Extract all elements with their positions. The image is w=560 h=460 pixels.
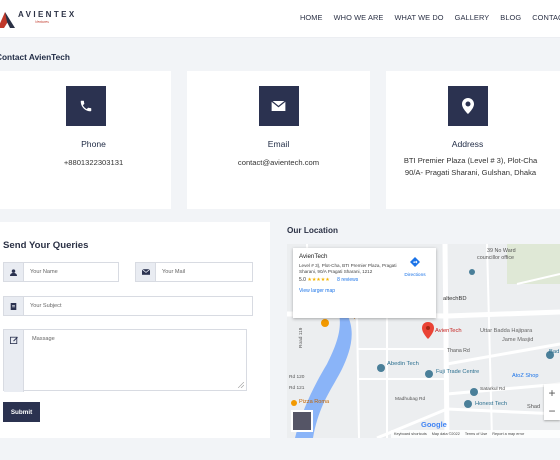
name-field[interactable]: Your Name <box>3 262 119 282</box>
query-form: Send Your Queries Your Name Your Mail Yo… <box>0 222 270 438</box>
submit-button[interactable]: Submit <box>3 402 40 422</box>
form-title: Send Your Queries <box>3 240 89 251</box>
email-icon-box <box>258 86 299 126</box>
logo[interactable] <box>0 6 18 32</box>
google-logo: Google <box>421 420 447 429</box>
directions-icon <box>410 257 420 267</box>
map-data-text: Map data ©2022 <box>431 432 460 436</box>
logo-mark-icon <box>0 12 15 28</box>
resize-handle-icon[interactable] <box>238 382 244 388</box>
map-label-39-no-ward: 39 No Ward <box>487 248 516 254</box>
contact-heading: Contact AvienTech <box>0 52 70 62</box>
google-map[interactable]: 39 No Ward councillor office altechBD IZ… <box>287 244 560 438</box>
envelope-icon <box>271 100 286 111</box>
pencil-icon <box>4 330 24 392</box>
report-error-link[interactable]: Report a map error <box>492 432 524 436</box>
map-label-rd-121: Rd 121 <box>289 386 305 391</box>
address-card: Address BTI Premier Plaza (Level # 3), P… <box>386 71 560 209</box>
site-header: AVIENTEX Ventures HOME WHO WE ARE WHAT W… <box>0 0 560 38</box>
nav-blog[interactable]: BLOG <box>500 13 521 22</box>
map-label-altechbd: altechBD <box>443 296 467 302</box>
keyboard-shortcuts-link[interactable]: Keyboard shortcuts <box>394 432 427 436</box>
map-label-abedin-tech: Abedin Tech <box>387 361 419 367</box>
user-icon <box>4 263 24 281</box>
directions-label: Directions <box>404 273 426 278</box>
nav-home[interactable]: HOME <box>300 13 323 22</box>
nav-contact[interactable]: CONTACT <box>532 13 560 22</box>
contact-page: AVIENTEX Ventures HOME WHO WE ARE WHAT W… <box>0 0 560 460</box>
map-label-rd-120: Rd 120 <box>289 375 305 380</box>
email-address[interactable]: contact@avientech.com <box>187 157 370 169</box>
phone-icon <box>80 100 91 112</box>
map-label-satarkul: Satarkul Rd <box>480 387 506 392</box>
view-larger-map-link[interactable]: View larger map <box>299 288 430 294</box>
envelope-icon <box>136 263 156 281</box>
message-placeholder: Massage <box>32 336 55 342</box>
map-label-honest-tech: Honest Tech <box>475 401 508 407</box>
directions-button[interactable]: Directions <box>400 254 430 278</box>
subject-icon <box>4 297 24 315</box>
email-card: Email contact@avientech.com <box>187 71 370 209</box>
map-label-uttar-badda: Uttar Badda Hajipara <box>480 328 533 334</box>
nav-who-we-are[interactable]: WHO WE ARE <box>334 13 384 22</box>
map-info-card: AvienTech Level # 3), Plot-Cha, BTI Prem… <box>293 248 436 318</box>
location-title: Our Location <box>287 226 338 235</box>
phone-number[interactable]: +8801322303131 <box>0 157 171 169</box>
nav-what-we-do[interactable]: WHAT WE DO <box>394 13 443 22</box>
map-label-avientech[interactable]: AvienTech <box>435 328 462 334</box>
map-label-shad: Shad <box>527 404 541 410</box>
mail-field[interactable]: Your Mail <box>135 262 253 282</box>
terms-link[interactable]: Terms of Use <box>465 432 487 436</box>
map-label-jame-masjid: Jame Masjid <box>502 337 534 343</box>
brand-name: AVIENTEX <box>18 10 77 19</box>
message-field[interactable]: Massage <box>3 329 247 392</box>
brand-subtitle: Ventures <box>35 20 49 24</box>
address-icon-box <box>447 86 488 126</box>
name-placeholder: Your Name <box>30 269 58 275</box>
main-nav: HOME WHO WE ARE WHAT WE DO GALLERY BLOG … <box>300 13 560 22</box>
info-rating: 5.0 <box>299 277 306 284</box>
map-label-fuji-trade: Fuji Trade Centre <box>436 369 480 375</box>
map-attribution: Keyboard shortcuts Map data ©2022 Terms … <box>391 430 560 438</box>
info-rating-row: 5.0 ★★★★★ 8 reviews <box>299 277 430 283</box>
subject-field[interactable]: Your Subject <box>3 296 253 316</box>
zoom-in-icon[interactable]: + <box>548 386 555 400</box>
mail-placeholder: Your Mail <box>162 269 186 275</box>
address-line-1: BTI Premier Plaza (Level # 3), Plot-Cha <box>403 156 538 165</box>
address-title: Address <box>451 139 484 149</box>
map-label-pizza-roma: Pizza Roma <box>299 399 330 405</box>
info-address: Level # 3), Plot-Cha, BTI Premier Plaza,… <box>299 263 397 274</box>
email-title: Email <box>267 139 290 149</box>
map-label-councillor: councillor office <box>477 255 515 261</box>
map-label-atoz-shop: AtoZ Shop <box>512 373 539 379</box>
subject-placeholder: Your Subject <box>30 303 62 309</box>
map-label-bad: Bad <box>549 349 560 355</box>
info-stars: ★★★★★ <box>307 277 330 284</box>
zoom-controls: + − <box>544 384 560 420</box>
satellite-toggle[interactable] <box>291 410 313 432</box>
phone-icon-box <box>65 86 106 126</box>
map-label-road-119: Road 119 <box>299 327 304 348</box>
map-label-madhubag: Madhubag Rd <box>395 397 426 402</box>
map-label-thana-rd: Thana Rd <box>447 348 470 354</box>
phone-title: Phone <box>81 139 106 149</box>
address-line-2: 90/A- Pragati Sharani, Gulshan, Dhaka <box>404 168 537 177</box>
zoom-out-icon[interactable]: − <box>548 404 555 418</box>
nav-gallery[interactable]: GALLERY <box>455 13 490 22</box>
map-pin-icon <box>461 98 474 114</box>
phone-card: Phone +8801322303131 <box>0 71 171 209</box>
info-reviews-link[interactable]: 8 reviews <box>337 277 358 283</box>
